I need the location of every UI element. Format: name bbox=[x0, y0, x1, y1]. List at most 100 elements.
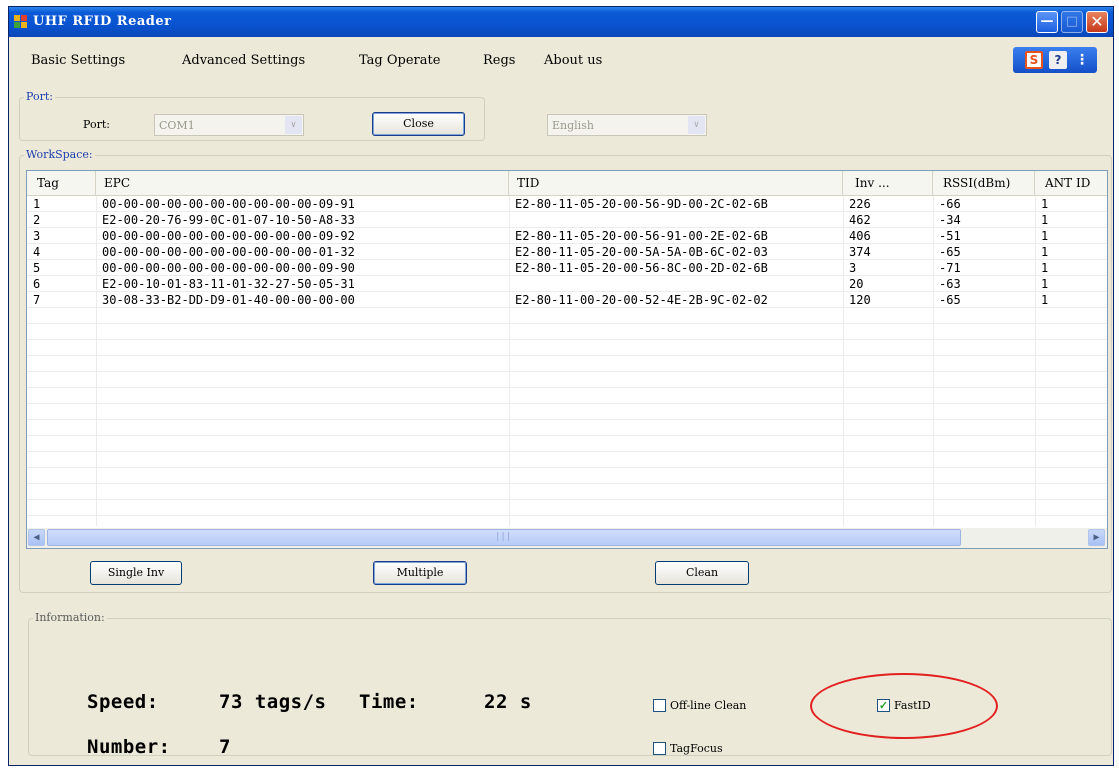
empty-table-row bbox=[27, 468, 1107, 484]
cell-ant-id: 1 bbox=[1041, 229, 1049, 243]
cell-ant-id: 1 bbox=[1041, 197, 1049, 211]
time-label: Time: bbox=[359, 691, 419, 713]
workspace-group-label: WorkSpace: bbox=[24, 148, 95, 161]
language-select[interactable]: English ∨ bbox=[547, 114, 707, 136]
column-rssi[interactable]: RSSI(dBm) bbox=[933, 171, 1035, 196]
cell-ant-id: 1 bbox=[1041, 277, 1049, 291]
help-icon[interactable]: ? bbox=[1049, 51, 1067, 69]
cell-tid bbox=[509, 276, 843, 292]
cell-epc: 00-00-00-00-00-00-00-00-00-00-01-32 bbox=[102, 245, 355, 259]
cell-ant-id: 1 bbox=[1041, 245, 1049, 259]
cell-ant-id: 1 bbox=[1041, 213, 1049, 227]
number-label: Number: bbox=[87, 736, 171, 758]
table-row[interactable]: 3 00-00-00-00-00-00-00-00-00-00-09-92 E2-8… bbox=[27, 228, 1107, 244]
chevron-down-icon: ∨ bbox=[688, 116, 705, 134]
empty-table-row bbox=[27, 372, 1107, 388]
offline-clean-checkbox[interactable]: Off-line Clean bbox=[653, 699, 746, 712]
cell-tid: E2-80-11-05-20-00-5A-5A-0B-6C-02-03 bbox=[515, 245, 768, 259]
speed-label: Speed: bbox=[87, 691, 159, 713]
menu-regs[interactable]: Regs bbox=[483, 53, 515, 68]
menu-advanced-settings[interactable]: Advanced Settings bbox=[182, 53, 305, 68]
tag-table[interactable]: Tag EPC TID Inv ... RSSI(dBm) ANT ID 1 00… bbox=[26, 170, 1108, 549]
column-inv[interactable]: Inv ... bbox=[843, 171, 933, 196]
cell-tid bbox=[509, 212, 843, 228]
scroll-left-icon[interactable]: ◀ bbox=[28, 529, 45, 546]
port-select-value: COM1 bbox=[159, 119, 195, 132]
column-tid[interactable]: TID bbox=[509, 171, 843, 196]
menu-tag-operate[interactable]: Tag Operate bbox=[359, 53, 440, 68]
cell-tag: 6 bbox=[33, 277, 41, 291]
close-window-button[interactable]: ✕ bbox=[1086, 11, 1108, 33]
empty-table-row bbox=[27, 404, 1107, 420]
empty-table-row bbox=[27, 436, 1107, 452]
sogou-s-icon[interactable]: S bbox=[1025, 51, 1043, 69]
time-value: 22 s bbox=[484, 691, 532, 713]
cell-rssi: -51 bbox=[939, 229, 961, 243]
cell-tid: E2-80-11-05-20-00-56-91-00-2E-02-6B bbox=[515, 229, 768, 243]
cell-epc: E2-00-10-01-83-11-01-32-27-50-05-31 bbox=[102, 277, 355, 291]
cell-tag: 1 bbox=[33, 197, 41, 211]
more-icon[interactable]: ⋮ bbox=[1075, 51, 1089, 69]
horizontal-scrollbar[interactable]: ◀ ||| ▶ bbox=[27, 528, 1107, 548]
minimize-button[interactable]: — bbox=[1036, 11, 1058, 33]
app-icon bbox=[14, 15, 28, 29]
menu-basic-settings[interactable]: Basic Settings bbox=[31, 53, 125, 68]
menu-bar: Basic Settings Advanced Settings Tag Ope… bbox=[9, 49, 1113, 71]
checkbox-unchecked-icon bbox=[653, 742, 666, 755]
speed-value: 73 tags/s bbox=[219, 691, 327, 713]
column-epc[interactable]: EPC bbox=[96, 171, 509, 196]
port-select[interactable]: COM1 ∨ bbox=[154, 114, 304, 136]
tagfocus-label: TagFocus bbox=[670, 742, 723, 755]
cell-rssi: -66 bbox=[939, 197, 961, 211]
scroll-right-icon[interactable]: ▶ bbox=[1088, 529, 1105, 546]
chevron-down-icon: ∨ bbox=[285, 116, 302, 134]
cell-rssi: -65 bbox=[939, 293, 961, 307]
cell-rssi: -63 bbox=[939, 277, 961, 291]
column-ant-id[interactable]: ANT ID bbox=[1035, 171, 1107, 196]
cell-tag: 7 bbox=[33, 293, 41, 307]
cell-inv: 462 bbox=[849, 213, 871, 227]
cell-tid: E2-80-11-05-20-00-56-9D-00-2C-02-6B bbox=[515, 197, 768, 211]
offline-clean-label: Off-line Clean bbox=[670, 699, 747, 712]
title-bar[interactable]: UHF RFID Reader — □ ✕ bbox=[9, 7, 1113, 37]
cell-rssi: -65 bbox=[939, 245, 961, 259]
cell-epc: 00-00-00-00-00-00-00-00-00-00-09-91 bbox=[102, 197, 355, 211]
table-row[interactable]: 1 00-00-00-00-00-00-00-00-00-00-09-91 E2-8… bbox=[27, 196, 1107, 212]
cell-inv: 406 bbox=[849, 229, 871, 243]
multiple-button[interactable]: Multiple bbox=[373, 561, 467, 585]
clean-button[interactable]: Clean bbox=[655, 561, 749, 585]
cell-ant-id: 1 bbox=[1041, 293, 1049, 307]
maximize-button[interactable]: □ bbox=[1061, 11, 1083, 33]
table-row[interactable]: 2 E2-00-20-76-99-0C-01-07-10-50-A8-33 462 -… bbox=[27, 212, 1107, 228]
port-label: Port: bbox=[83, 118, 110, 131]
column-tag[interactable]: Tag bbox=[27, 171, 96, 196]
checkbox-unchecked-icon bbox=[653, 699, 666, 712]
cell-tag: 3 bbox=[33, 229, 41, 243]
cell-inv: 226 bbox=[849, 197, 871, 211]
empty-table-row bbox=[27, 484, 1107, 500]
cell-ant-id: 1 bbox=[1041, 261, 1049, 275]
empty-table-row bbox=[27, 500, 1107, 516]
empty-table-row bbox=[27, 388, 1107, 404]
table-row[interactable]: 7 30-08-33-B2-DD-D9-01-40-00-00-00-00 E2-8… bbox=[27, 292, 1107, 308]
annotation-ellipse bbox=[810, 673, 998, 739]
close-port-button[interactable]: Close bbox=[372, 112, 465, 136]
window-title: UHF RFID Reader bbox=[33, 14, 172, 29]
cell-inv: 120 bbox=[849, 293, 871, 307]
single-inv-button[interactable]: Single Inv bbox=[90, 561, 182, 585]
language-select-value: English bbox=[552, 119, 594, 132]
table-row[interactable]: 6 E2-00-10-01-83-11-01-32-27-50-05-31 20 -6… bbox=[27, 276, 1107, 292]
empty-table-row bbox=[27, 340, 1107, 356]
table-row[interactable]: 4 00-00-00-00-00-00-00-00-00-00-01-32 E2-8… bbox=[27, 244, 1107, 260]
empty-table-row bbox=[27, 324, 1107, 340]
scroll-thumb[interactable]: ||| bbox=[47, 529, 961, 546]
cell-epc: E2-00-20-76-99-0C-01-07-10-50-A8-33 bbox=[102, 213, 355, 227]
menu-about-us[interactable]: About us bbox=[544, 53, 602, 68]
tagfocus-checkbox[interactable]: TagFocus bbox=[653, 742, 723, 755]
ime-toolbar: S ? ⋮ bbox=[1013, 47, 1097, 73]
number-value: 7 bbox=[219, 736, 231, 758]
table-row[interactable]: 5 00-00-00-00-00-00-00-00-00-00-09-90 E2-8… bbox=[27, 260, 1107, 276]
app-window: UHF RFID Reader — □ ✕ Basic Settings Adv… bbox=[8, 6, 1114, 766]
cell-inv: 374 bbox=[849, 245, 871, 259]
cell-rssi: -34 bbox=[939, 213, 961, 227]
